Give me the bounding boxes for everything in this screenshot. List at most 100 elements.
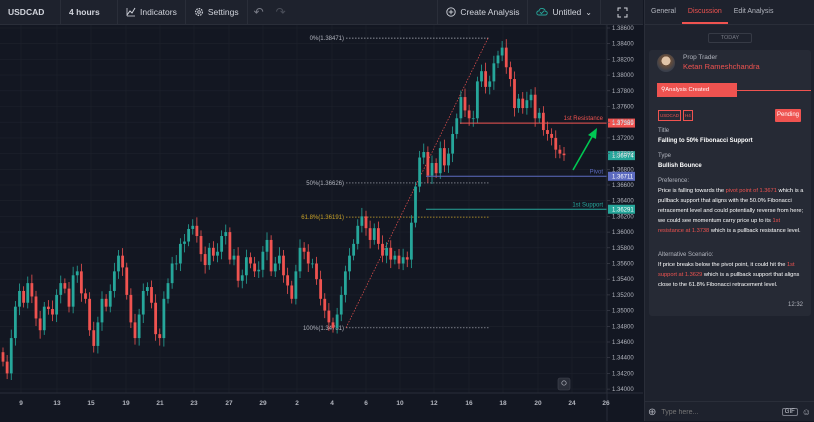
candle [286, 267, 290, 294]
candle [562, 147, 566, 161]
candle [5, 355, 9, 380]
price-tick-label: 1.35400 [612, 277, 634, 283]
chart-toolbar: USDCAD 4 hours Indicators Settings ↶ ↷ C… [0, 0, 643, 25]
message-input-bar: ⊕ GIF ☺ [645, 401, 814, 422]
layout-dropdown[interactable]: Untitled ⌄ [528, 0, 601, 24]
price-tick-label: 1.37400 [612, 120, 634, 126]
analysis-card: Prop Trader Ketan Rameshchandra ⚲Analysi… [649, 50, 811, 316]
fullscreen-button[interactable] [601, 0, 643, 24]
candle [34, 290, 38, 326]
symbol-search[interactable]: USDCAD [0, 0, 61, 24]
time-tick-label: 2 [295, 400, 299, 407]
candle [513, 71, 516, 117]
preference-text: Price is falling towards the pivot point… [658, 186, 806, 236]
message-time: 12:32 [787, 302, 803, 308]
settings-button[interactable]: Settings [186, 0, 248, 24]
candle [525, 91, 529, 115]
candle [104, 294, 108, 312]
tab-edit-analysis[interactable]: Edit Analysis [728, 0, 780, 24]
price-tick-label: 1.35600 [612, 262, 634, 268]
add-icon[interactable]: ⊕ [648, 407, 656, 418]
candle [211, 241, 215, 262]
candle [265, 232, 269, 261]
candle [112, 262, 116, 298]
candle [352, 239, 356, 261]
price-tick-label: 1.35800 [612, 246, 634, 252]
candle [261, 246, 265, 278]
candle [71, 266, 75, 314]
arrow-shaft[interactable] [572, 134, 594, 171]
time-tick-label: 18 [499, 400, 507, 407]
candle [26, 276, 30, 309]
candle [240, 269, 244, 289]
candle [360, 207, 364, 233]
candle [376, 221, 380, 250]
candle [298, 239, 302, 278]
price-tick-label: 1.36800 [612, 167, 634, 173]
candle [187, 224, 191, 247]
type-label: Type [658, 153, 672, 159]
alternative-label: Alternative Scenario: [658, 252, 714, 258]
analysis-created-tag: ⚲Analysis Created [657, 83, 737, 97]
candle [541, 106, 545, 136]
price-chart[interactable]: 0%(1.38471)50%(1.36626)61.8%(1.36191)100… [0, 25, 643, 421]
author-name[interactable]: Ketan Rameshchandra [683, 62, 760, 71]
candle [414, 181, 417, 228]
tab-general[interactable]: General [645, 0, 682, 24]
candle [129, 288, 133, 329]
candle [521, 92, 525, 114]
fib-level-label: 0%(1.38471) [310, 36, 344, 42]
undo-button[interactable]: ↶ [248, 0, 270, 24]
candle [401, 248, 405, 271]
candle [273, 256, 277, 278]
candle [249, 252, 252, 269]
interval-dropdown[interactable]: 4 hours [61, 0, 118, 24]
message-input[interactable] [659, 407, 782, 417]
candle [170, 256, 174, 289]
candle [269, 235, 273, 277]
candle [158, 328, 162, 346]
price-tick-label: 1.37000 [612, 152, 634, 158]
chevron-down-icon: ⌄ [585, 7, 592, 17]
candle [302, 242, 306, 260]
indicators-button[interactable]: Indicators [118, 0, 186, 24]
gif-button[interactable]: GIF [781, 408, 798, 416]
analysis-created-label: Analysis Created [665, 87, 710, 93]
candle [550, 128, 554, 146]
price-tick-label: 1.36200 [612, 214, 634, 220]
candle [232, 249, 236, 266]
candle [133, 313, 137, 345]
time-tick-label: 15 [87, 400, 95, 407]
candle [1, 347, 5, 367]
price-tick-label: 1.37200 [612, 136, 634, 142]
candle [228, 227, 232, 265]
candle [282, 249, 285, 283]
time-tick-label: 20 [534, 400, 542, 407]
tab-discussion[interactable]: Discussion [681, 0, 728, 24]
price-tick-label: 1.36400 [612, 199, 634, 205]
level-price: 1.36291 [612, 207, 634, 213]
indicators-label: Indicators [140, 7, 177, 17]
create-analysis-button[interactable]: Create Analysis [437, 0, 529, 24]
candle [84, 288, 87, 304]
symbol-label: USDCAD [8, 7, 45, 17]
emoji-icon[interactable]: ☺ [802, 407, 811, 417]
time-tick-label: 4 [330, 400, 334, 407]
candle [393, 250, 397, 265]
candle [277, 247, 281, 271]
redo-button[interactable]: ↷ [270, 0, 292, 24]
snapshot-button[interactable] [557, 377, 571, 391]
candle [183, 233, 186, 253]
bullish-arrow [572, 128, 597, 171]
preference-part-3: which is a pullback resistance level. [709, 228, 801, 234]
status-badge: Pending [775, 109, 801, 122]
fibonacci-retracement: 0%(1.38471)50%(1.36626)61.8%(1.36191)100… [301, 36, 490, 332]
candle [137, 308, 141, 346]
level-name: Pivot [590, 169, 604, 175]
title-label: Title [658, 128, 670, 134]
candle [504, 39, 508, 74]
candle [389, 240, 393, 269]
candle [422, 143, 426, 165]
level-name: 1st Support [572, 202, 603, 208]
candle [67, 282, 71, 313]
